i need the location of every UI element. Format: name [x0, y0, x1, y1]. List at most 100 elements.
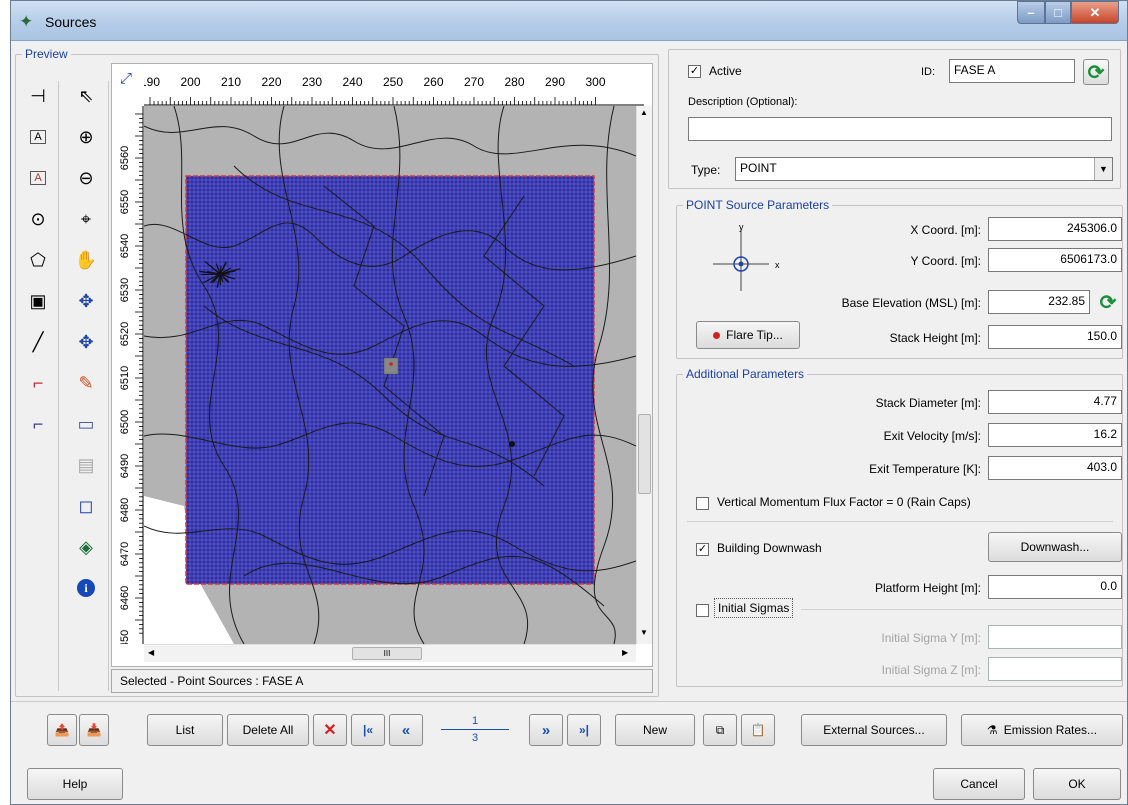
- list-button[interactable]: List: [147, 714, 223, 746]
- building-downwash-check-mark: ✓: [697, 543, 708, 555]
- eraser-icon[interactable]: ✎: [71, 368, 101, 398]
- red-dot-icon: [713, 331, 721, 339]
- x-tick-label: 230: [302, 75, 322, 89]
- emission-rates-button[interactable]: ⚗ Emission Rates...: [961, 714, 1123, 746]
- minimize-button[interactable]: –: [1017, 1, 1045, 24]
- downwash-button[interactable]: Downwash...: [988, 532, 1122, 562]
- info-icon[interactable]: i: [71, 573, 101, 603]
- ruler-icon[interactable]: ▭: [71, 409, 101, 439]
- pointer-icon[interactable]: ⇖: [71, 81, 101, 111]
- initial-sigmas-checkbox[interactable]: [696, 604, 709, 617]
- id-input[interactable]: FASE A: [949, 59, 1075, 83]
- status-text: Selected - Point Sources : FASE A: [120, 674, 304, 688]
- emission-rates-label: Emission Rates...: [1003, 723, 1098, 737]
- cancel-button[interactable]: Cancel: [933, 768, 1025, 800]
- help-button[interactable]: Help: [27, 768, 123, 800]
- sigma-z-label: Initial Sigma Z [m]:: [881, 663, 981, 677]
- polygon-tool-icon[interactable]: ⬠: [23, 245, 53, 275]
- x-coord-input[interactable]: 245306.0: [988, 217, 1122, 241]
- rectangle-select-icon[interactable]: ◻: [71, 491, 101, 521]
- new-button[interactable]: New: [615, 714, 695, 746]
- title-bar[interactable]: ✦ Sources – □ ✕: [11, 1, 1127, 41]
- layers-icon[interactable]: ◈: [71, 532, 101, 562]
- flare-tip-button[interactable]: Flare Tip...: [696, 321, 800, 349]
- y-tick-label: 6480: [119, 498, 131, 522]
- first-record-icon[interactable]: |«: [351, 714, 385, 746]
- stack-diameter-input[interactable]: 4.77: [988, 390, 1122, 414]
- polyline-red-icon[interactable]: ⌐: [23, 368, 53, 398]
- refresh-id-icon[interactable]: ⟳: [1083, 59, 1109, 85]
- close-button[interactable]: ✕: [1071, 1, 1119, 24]
- type-select[interactable]: POINT ▼: [735, 157, 1113, 181]
- map-frame: ⤢ 190 200 210 220 230 240 250 260 270 280 290 300 6…: [111, 63, 653, 667]
- x-tick-label: 270: [464, 75, 484, 89]
- move-node-alt-icon[interactable]: ✥: [71, 327, 101, 357]
- town-cluster-line: [201, 273, 221, 276]
- cube-tool-icon[interactable]: ▣: [23, 286, 53, 316]
- exit-temperature-input[interactable]: 403.0: [988, 456, 1122, 480]
- additional-params-legend: Additional Parameters: [686, 367, 805, 381]
- base-elevation-input[interactable]: 232.85: [988, 290, 1090, 314]
- sigma-y-input[interactable]: [988, 625, 1122, 649]
- import-icon[interactable]: 📤: [47, 714, 77, 746]
- active-checkbox[interactable]: ✓: [688, 65, 701, 78]
- previous-record-icon[interactable]: «: [389, 714, 423, 746]
- export-icon[interactable]: 📥: [79, 714, 109, 746]
- window-title: Sources: [45, 14, 97, 30]
- building-icon[interactable]: ▤: [71, 450, 101, 480]
- tools-right-toolbar: ⇖ ⊕ ⊖ ⌖ ✋ ✥ ✥ ✎ ▭ ▤ ◻ ◈ i: [63, 81, 109, 691]
- ok-button[interactable]: OK: [1033, 768, 1121, 800]
- text-label-icon[interactable]: A: [23, 122, 53, 152]
- x-tick-label: 220: [261, 75, 281, 89]
- paste-icon[interactable]: 📋: [741, 714, 775, 746]
- sources-app-icon: ✦: [19, 12, 34, 31]
- description-input[interactable]: [688, 117, 1112, 141]
- maximize-button[interactable]: □: [1045, 1, 1071, 24]
- polyline-blue-icon[interactable]: ⌐: [23, 409, 53, 439]
- chevron-down-icon[interactable]: ▼: [1094, 158, 1112, 180]
- y-coord-input[interactable]: 6506173.0: [988, 248, 1122, 272]
- next-record-icon[interactable]: »: [529, 714, 563, 746]
- stack-height-input[interactable]: 150.0: [988, 325, 1122, 349]
- delete-all-button[interactable]: Delete All: [227, 714, 309, 746]
- sigma-z-input[interactable]: [988, 657, 1122, 681]
- line-tool-icon[interactable]: ╱: [23, 327, 53, 357]
- y-tick-label: 6560: [119, 146, 131, 170]
- move-node-icon[interactable]: ✥: [71, 286, 101, 316]
- source-marker[interactable]: [383, 357, 399, 375]
- exit-velocity-input[interactable]: 16.2: [988, 423, 1122, 447]
- place-source-icon[interactable]: ⊣: [23, 81, 53, 111]
- text-label-edit-icon[interactable]: A: [23, 163, 53, 193]
- page-total: 3: [471, 732, 479, 744]
- building-downwash-checkbox[interactable]: ✓: [696, 543, 709, 556]
- zoom-out-icon[interactable]: ⊖: [71, 163, 101, 193]
- initial-sigmas-label[interactable]: Initial Sigmas: [714, 598, 794, 618]
- vertical-momentum-checkbox[interactable]: [696, 497, 709, 510]
- circle-tool-icon[interactable]: ⊙: [23, 204, 53, 234]
- vertical-scrollbar[interactable]: ▲ ▼: [636, 106, 652, 644]
- id-label: ID:: [921, 66, 936, 78]
- horizontal-scrollbar[interactable]: ◀ III ▶: [144, 644, 636, 662]
- refresh-elevation-icon[interactable]: ⟳: [1095, 289, 1121, 315]
- pan-hand-icon[interactable]: ✋: [71, 245, 101, 275]
- map-canvas[interactable]: [144, 106, 636, 644]
- last-record-icon[interactable]: »|: [567, 714, 601, 746]
- hscroll-thumb[interactable]: III: [352, 647, 422, 660]
- vscroll-thumb[interactable]: [638, 414, 651, 494]
- boundary-line: [144, 125, 636, 157]
- y-tick-label: 6460: [119, 586, 131, 610]
- sources-window: ✦ Sources – □ ✕ Preview ⊣ A A ⊙ ⬠ ▣ ╱ ⌐ …: [10, 0, 1128, 805]
- vertical-momentum-label: Vertical Momentum Flux Factor = 0 (Rain …: [717, 495, 971, 509]
- zoom-in-icon[interactable]: ⊕: [71, 122, 101, 152]
- external-sources-button[interactable]: External Sources...: [801, 714, 947, 746]
- copy-icon[interactable]: ⧉: [703, 714, 737, 746]
- delete-icon[interactable]: ✕: [313, 714, 347, 746]
- x-tick-label: 250: [383, 75, 403, 89]
- crosshair-icon[interactable]: ⌖: [71, 204, 101, 234]
- exit-velocity-label: Exit Velocity [m/s]:: [883, 429, 981, 443]
- y-tick-label: 6490: [119, 454, 131, 478]
- active-label: Active: [709, 64, 742, 78]
- axis-x-label: x: [775, 260, 780, 270]
- fit-extent-icon[interactable]: ⤢: [120, 70, 132, 87]
- platform-height-input[interactable]: 0.0: [988, 575, 1122, 599]
